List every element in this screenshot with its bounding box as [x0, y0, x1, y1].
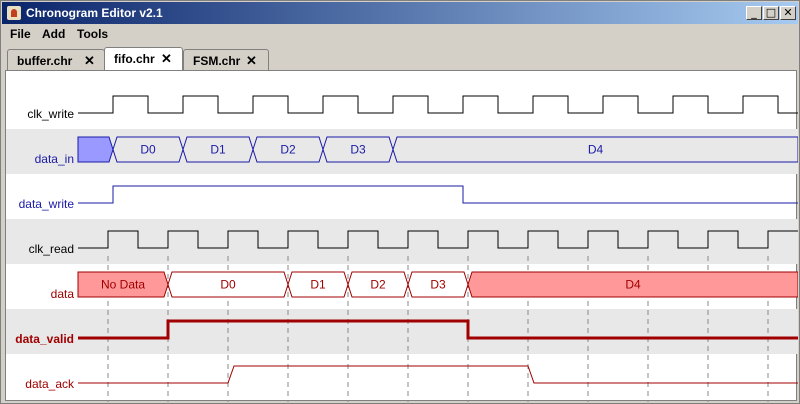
tab-fifo[interactable]: fifo.chr ✕ — [104, 47, 183, 72]
bus-value: D4 — [588, 143, 604, 157]
tab-label: buffer.chr — [17, 54, 73, 68]
bus-value: D1 — [310, 278, 326, 292]
bus-segment — [77, 136, 114, 163]
bus-value: D0 — [140, 143, 156, 157]
signal-label-data[interactable]: data — [10, 287, 74, 301]
bit-waveform — [78, 185, 798, 204]
maximize-button[interactable]: □ — [763, 6, 779, 20]
tab-label: fifo.chr — [114, 52, 155, 66]
menu-tools[interactable]: Tools — [77, 27, 108, 41]
bus-value: D2 — [280, 143, 296, 157]
bus-value: D2 — [370, 278, 386, 292]
tab-label: FSM.chr — [193, 54, 241, 68]
bus-value: D1 — [210, 143, 226, 157]
window-title: Chronogram Editor v2.1 — [26, 6, 163, 20]
tab-close-icon[interactable]: ✕ — [161, 51, 172, 67]
menu-file[interactable]: File — [10, 27, 31, 41]
bus-value: D0 — [220, 278, 236, 292]
waveform-svg[interactable]: D0 D1 D2 D3 D4 No Data D0 D1 D2 D3 D4 — [6, 71, 798, 402]
tab-buffer[interactable]: buffer.chr ✕ — [7, 49, 105, 71]
clock-waveform — [78, 95, 798, 114]
row-band — [6, 219, 798, 264]
app-icon — [7, 6, 21, 20]
signal-label-data-in[interactable]: data_in — [10, 152, 74, 166]
app-window: Chronogram Editor v2.1 _ □ ✕ File Add To… — [0, 0, 800, 404]
tab-close-icon[interactable]: ✕ — [84, 53, 95, 69]
signal-label-data-ack[interactable]: data_ack — [10, 377, 74, 391]
tab-fsm[interactable]: FSM.chr ✕ — [183, 49, 269, 71]
menu-bar: File Add Tools — [2, 24, 798, 44]
bus-value: No Data — [101, 278, 145, 292]
bus-value: D4 — [625, 278, 641, 292]
row-band — [6, 129, 798, 174]
row-band — [6, 309, 798, 354]
signal-label-clk-write[interactable]: clk_write — [10, 107, 74, 121]
tab-close-icon[interactable]: ✕ — [246, 53, 257, 69]
chronogram-canvas[interactable]: D0 D1 D2 D3 D4 No Data D0 D1 D2 D3 D4 clk_writedat… — [5, 70, 798, 402]
bus-value: D3 — [430, 278, 446, 292]
minimize-button[interactable]: _ — [746, 6, 762, 20]
bus-value: D3 — [350, 143, 366, 157]
tab-strip: buffer.chr ✕ fifo.chr ✕ FSM.chr ✕ — [2, 47, 798, 72]
signal-label-data-write[interactable]: data_write — [10, 197, 74, 211]
title-bar[interactable]: Chronogram Editor v2.1 _ □ ✕ — [2, 2, 798, 24]
signal-label-data-valid[interactable]: data_valid — [10, 332, 74, 346]
menu-add[interactable]: Add — [42, 27, 65, 41]
close-button[interactable]: ✕ — [780, 6, 796, 20]
bit-waveform — [78, 365, 798, 384]
signal-label-clk-read[interactable]: clk_read — [10, 242, 74, 256]
